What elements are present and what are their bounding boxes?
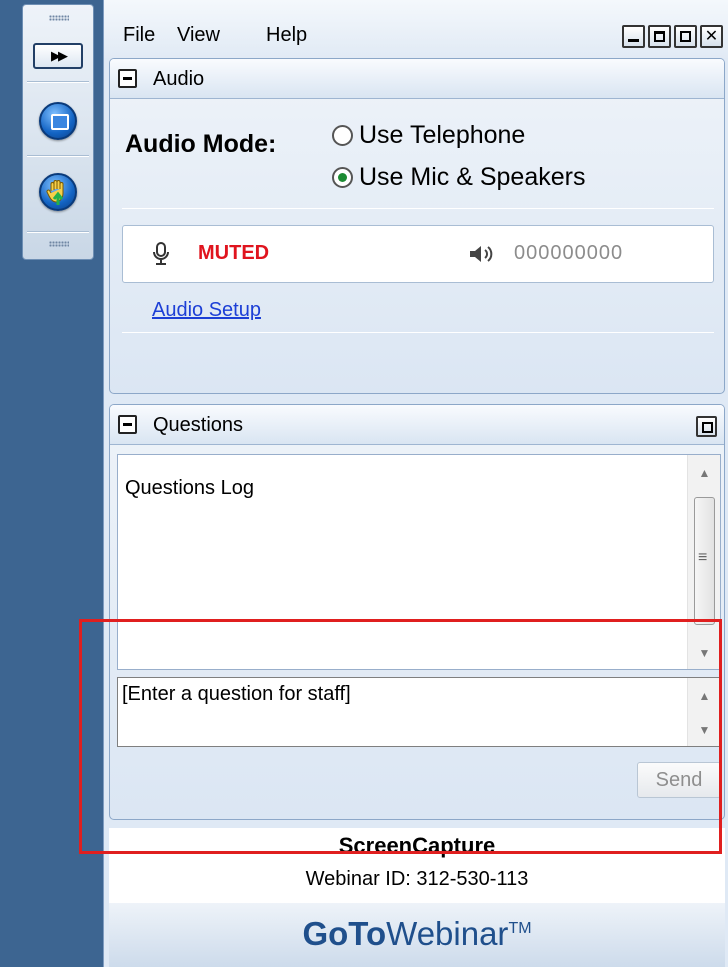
- scroll-up-arrow-icon[interactable]: ▲: [688, 682, 721, 710]
- microphone-icon: [153, 242, 169, 265]
- menu-file[interactable]: File: [123, 24, 155, 47]
- gotowebinar-logo: GoToWebinarTM: [109, 915, 725, 953]
- questions-popout-button[interactable]: [696, 416, 717, 437]
- radio-label-telephone: Use Telephone: [359, 121, 526, 149]
- toolbar-divider: [27, 155, 89, 157]
- muted-status: MUTED: [198, 242, 270, 264]
- divider: [122, 208, 714, 209]
- questions-log: Questions Log ▲ ▼: [117, 454, 721, 670]
- questions-pane: Questions Questions Log ▲ ▼ ▲ ▼ Send: [109, 404, 725, 820]
- audio-status-box: MUTED 000000000: [122, 225, 714, 283]
- logo-goto: GoTo: [302, 915, 387, 952]
- question-input-box: ▲ ▼: [117, 677, 721, 747]
- logo-webinar: Webinar: [386, 915, 509, 952]
- questions-header: Questions: [110, 405, 724, 445]
- show-screen-button[interactable]: [39, 102, 77, 140]
- minimize-button[interactable]: [622, 25, 645, 48]
- audio-title: Audio: [153, 68, 205, 90]
- menu-view[interactable]: View: [177, 24, 220, 47]
- questions-log-scrollbar[interactable]: ▲ ▼: [687, 455, 720, 669]
- audio-mode-label: Audio Mode:: [125, 130, 277, 158]
- logo-tm: TM: [508, 920, 532, 937]
- audio-level-meter: 000000000: [514, 242, 624, 264]
- question-input[interactable]: [122, 683, 682, 741]
- raise-hand-button[interactable]: [39, 173, 77, 211]
- menu-help[interactable]: Help: [266, 24, 307, 47]
- popout-button[interactable]: [674, 25, 697, 48]
- speaker-icon: [470, 246, 493, 262]
- grip-bottom-icon[interactable]: [49, 241, 69, 247]
- menu-bar: File View Help ✕: [104, 0, 728, 58]
- toolbar-divider: [27, 231, 89, 233]
- scroll-down-arrow-icon[interactable]: ▼: [688, 639, 721, 667]
- scroll-thumb[interactable]: [694, 497, 715, 625]
- close-icon: ✕: [704, 27, 719, 45]
- audio-setup-link[interactable]: Audio Setup: [152, 299, 261, 322]
- toolbar-divider: [27, 81, 89, 83]
- radio-use-mic-speakers[interactable]: Use Mic & Speakers: [332, 163, 585, 192]
- collapse-audio-button[interactable]: [118, 69, 137, 88]
- session-info: ScreenCapture Webinar ID: 312-530-113: [109, 828, 725, 903]
- left-rail: ▶▶: [0, 0, 103, 967]
- brand-bar: GoToWebinarTM: [109, 903, 725, 967]
- control-panel: File View Help ✕ Audio Audio Mode: Use T…: [103, 0, 728, 967]
- audio-pane: Audio Audio Mode: Use Telephone Use Mic …: [109, 58, 725, 394]
- scroll-up-arrow-icon[interactable]: ▲: [688, 459, 721, 487]
- question-input-scrollbar[interactable]: ▲ ▼: [687, 678, 720, 746]
- radio-unchecked-icon[interactable]: [332, 125, 353, 146]
- audio-header: Audio: [110, 59, 724, 99]
- grip-top-icon[interactable]: [49, 15, 69, 21]
- radio-use-telephone[interactable]: Use Telephone: [332, 121, 525, 150]
- floating-toolbar: ▶▶: [22, 4, 94, 260]
- close-button[interactable]: ✕: [700, 25, 723, 48]
- expand-icon: ▶▶: [51, 48, 68, 63]
- divider: [122, 332, 714, 333]
- session-name: ScreenCapture: [338, 833, 496, 858]
- expand-panel-button[interactable]: ▶▶: [33, 43, 83, 69]
- questions-log-title: Questions Log: [125, 477, 254, 499]
- radio-checked-icon[interactable]: [332, 167, 353, 188]
- send-button[interactable]: Send: [637, 762, 721, 798]
- raise-hand-icon: [46, 180, 64, 205]
- collapse-questions-button[interactable]: [118, 415, 137, 434]
- radio-label-mic-speakers: Use Mic & Speakers: [359, 163, 586, 191]
- questions-title: Questions: [153, 414, 244, 436]
- scroll-down-arrow-icon[interactable]: ▼: [688, 716, 721, 744]
- maximize-button[interactable]: [648, 25, 671, 48]
- window-controls: ✕: [622, 25, 723, 48]
- webinar-id: Webinar ID: 312-530-113: [305, 868, 529, 890]
